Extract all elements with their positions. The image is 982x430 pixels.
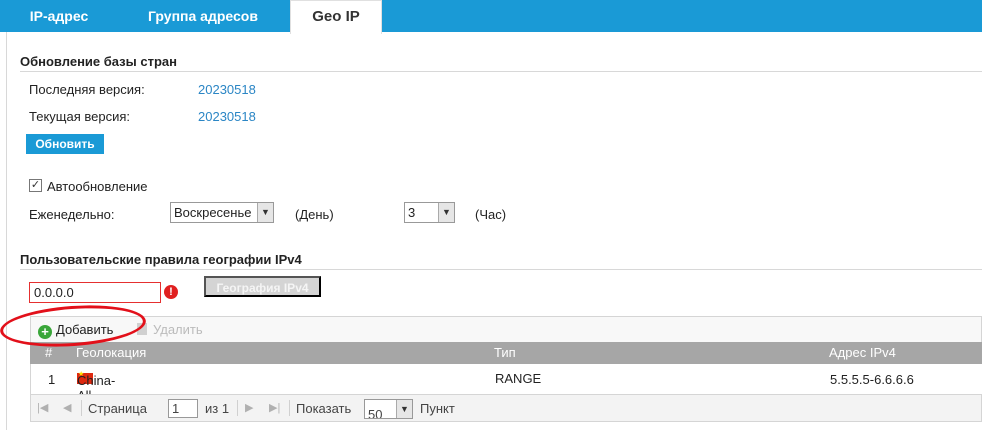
hour-select[interactable]: 3 ▼	[404, 202, 455, 223]
auto-update-label: Автообновление	[47, 179, 148, 194]
current-version-value: 20230518	[198, 109, 256, 124]
delete-label: Удалить	[153, 322, 203, 337]
page-size-select[interactable]: 50 ▼	[364, 399, 413, 419]
latest-version-value: 20230518	[198, 82, 256, 97]
row-ipv4-address: 5.5.5.5-6.6.6.6	[830, 372, 914, 387]
table-header: # Геолокация Тип Адрес IPv4	[30, 342, 982, 364]
next-page-icon[interactable]: ▶	[245, 401, 253, 414]
auto-update-checkbox[interactable]: ✓	[29, 179, 42, 192]
section-title-custom-rules: Пользовательские правила географии IPv4	[20, 252, 302, 267]
weekly-label: Еженедельно:	[29, 207, 115, 222]
chevron-down-icon: ▼	[257, 203, 273, 222]
show-label: Показать	[296, 401, 352, 416]
divider	[20, 269, 982, 270]
grid-toolbar: + Добавить Удалить	[30, 316, 982, 342]
column-header-ipv4-address[interactable]: Адрес IPv4	[829, 342, 896, 364]
tab-ip-address[interactable]: IP-адрес	[0, 0, 118, 32]
divider	[20, 71, 982, 72]
update-button[interactable]: Обновить	[26, 134, 104, 154]
column-header-type[interactable]: Тип	[494, 342, 516, 364]
add-icon: +	[38, 325, 52, 339]
delete-button: Удалить	[137, 321, 203, 339]
page-count-label: из 1	[205, 401, 230, 416]
divider	[237, 400, 238, 416]
first-page-icon[interactable]: |◀	[37, 401, 48, 414]
chevron-down-icon: ▼	[438, 203, 454, 222]
error-icon: !	[164, 285, 178, 299]
page-label: Страница	[88, 401, 147, 416]
tab-geo-ip[interactable]: Geo IP	[290, 0, 382, 34]
column-header-geolocation[interactable]: Геолокация	[76, 342, 146, 364]
add-label: Добавить	[56, 322, 114, 337]
pagination-bar: |◀ ◀ Страница 1 из 1 ▶ ▶| Показать 50 ▼ …	[30, 394, 982, 422]
add-button[interactable]: + Добавить	[38, 321, 113, 339]
page-number-input[interactable]: 1	[168, 399, 198, 418]
trash-icon	[137, 323, 147, 335]
tab-bar: IP-адрес Группа адресов Geo IP	[0, 0, 982, 34]
ip-address-input[interactable]: 0.0.0.0	[29, 282, 161, 303]
tab-address-group[interactable]: Группа адресов	[122, 0, 284, 32]
day-unit-label: (День)	[295, 207, 334, 222]
divider	[289, 400, 290, 416]
day-select[interactable]: Воскресенье ▼	[170, 202, 274, 223]
prev-page-icon[interactable]: ◀	[63, 401, 71, 414]
row-type: RANGE	[495, 371, 542, 386]
last-page-icon[interactable]: ▶|	[269, 401, 280, 414]
current-version-label: Текущая версия:	[29, 109, 130, 124]
row-index: 1	[48, 372, 56, 387]
column-header-index[interactable]: #	[45, 342, 52, 364]
latest-version-label: Последняя версия:	[29, 82, 145, 97]
geo-ipv4-button: География IPv4	[204, 276, 321, 297]
section-title-country-db: Обновление базы стран	[20, 54, 177, 69]
table-row[interactable]: 1 China-All RANGE 5.5.5.5-6.6.6.6	[30, 364, 982, 403]
hour-unit-label: (Час)	[475, 207, 507, 222]
chevron-down-icon: ▼	[396, 400, 412, 418]
page-size-value: 50	[368, 407, 383, 419]
divider	[81, 400, 82, 416]
unit-label: Пункт	[420, 401, 455, 416]
day-select-value: Воскресенье	[174, 205, 252, 220]
hour-select-value: 3	[408, 205, 416, 220]
